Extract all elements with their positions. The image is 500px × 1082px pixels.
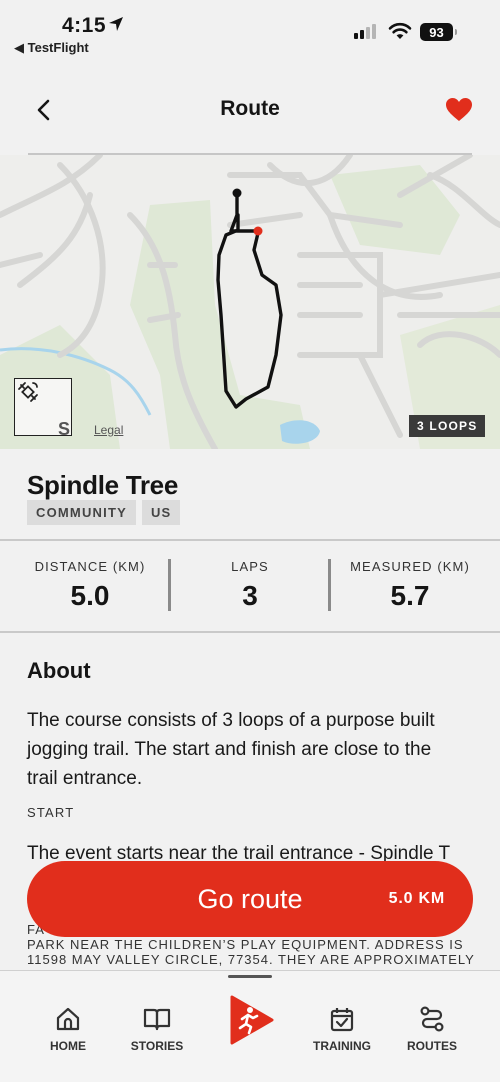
stat-label: DISTANCE (KM) [34,559,146,574]
heart-icon [446,98,472,121]
status-bar: 4:15 ◀ TestFlight 93 [0,0,500,60]
home-icon [56,1007,80,1031]
tab-run[interactable] [226,995,276,1045]
about-description: The course consists of 3 loops of a purp… [27,710,435,789]
runner-play-icon [230,995,274,1045]
map-attribution-logo: S [58,419,71,439]
map-legal-link[interactable]: Legal [94,423,123,437]
stat-value: 5.7 [390,580,430,611]
route-map[interactable]: S Legal 3 LOOPS [0,155,500,449]
go-route-button[interactable]: Go route 5.0 KM [27,861,473,937]
book-icon [143,1008,171,1031]
tag-country: US [141,500,181,525]
stat-value: 3 [242,580,258,611]
stats-divider-bottom [0,631,500,633]
start-label: START [27,805,75,820]
go-route-distance: 5.0 KM [388,890,445,907]
tab-label: ROUTES [406,1039,457,1053]
satellite-icon [18,382,38,402]
about-heading: About [27,658,91,683]
tag-community: COMMUNITY [27,500,136,525]
tab-stories[interactable]: STORIES [117,1005,197,1053]
tab-home[interactable]: HOME [28,1005,108,1053]
tab-bar-handle [228,975,272,978]
wifi-icon [388,22,412,39]
route-icon [420,1006,444,1032]
tab-label: TRAINING [313,1039,371,1053]
calendar-check-icon [330,1008,354,1032]
page-title: Route [220,97,280,120]
tab-label: HOME [50,1039,86,1053]
map-canvas [0,155,500,449]
stat-measured: MEASURED (KM) 5.7 [330,541,490,612]
stat-label: LAPS [231,559,269,574]
tab-bar: HOME STORIES TRAINING ROUTES [0,970,500,1082]
stat-label: MEASURED (KM) [350,559,470,574]
tab-label: STORIES [130,1039,184,1053]
loops-badge: 3 LOOPS [409,415,486,437]
location-arrow-icon [109,17,123,31]
clock: 4:15 [62,14,107,37]
route-stats: DISTANCE (KM) 5.0 LAPS 3 MEASURED (KM) 5… [0,541,500,631]
nav-bar: Route [0,80,500,140]
stat-value: 5.0 [70,580,110,611]
cellular-signal-icon [354,24,376,39]
stat-distance: DISTANCE (KM) 5.0 [10,541,170,612]
back-to-app-link[interactable]: ◀ TestFlight [14,40,89,56]
tab-training[interactable]: TRAINING [302,1005,382,1053]
tab-routes[interactable]: ROUTES [392,1005,472,1053]
stat-laps: LAPS 3 [170,541,330,612]
favorite-button[interactable] [442,94,476,126]
route-tags: COMMUNITY US [27,500,181,525]
route-name: Spindle Tree [27,470,179,500]
battery-indicator: 93 [420,23,457,41]
